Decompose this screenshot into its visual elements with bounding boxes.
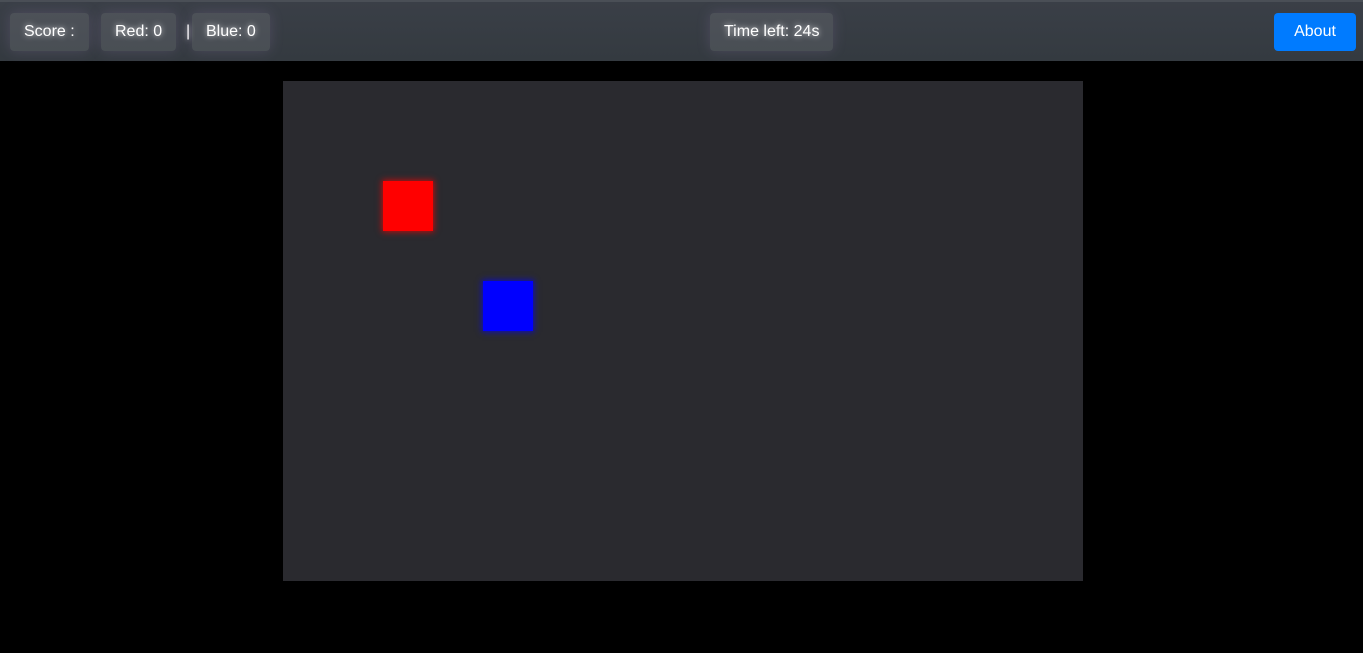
- blue-score: Blue: 0: [192, 13, 270, 51]
- score-label: Score :: [10, 13, 89, 51]
- time-left: Time left: 24s: [710, 13, 834, 51]
- red-score: Red: 0: [101, 13, 177, 51]
- game-arena[interactable]: [283, 81, 1083, 581]
- red-player: [383, 181, 433, 231]
- top-bar: Score : Red: 0 | Blue: 0 Time left: 24s …: [0, 0, 1363, 61]
- about-button[interactable]: About: [1274, 13, 1356, 51]
- blue-player: [483, 281, 533, 331]
- score-separator: |: [186, 23, 191, 40]
